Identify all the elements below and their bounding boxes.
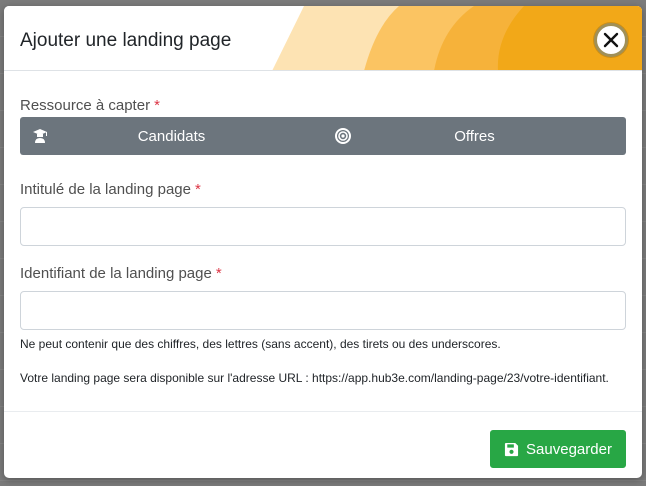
option-offres[interactable]: Offres	[323, 117, 626, 155]
url-help-text: Votre landing page sera disponible sur l…	[20, 371, 609, 385]
option-offres-label: Offres	[454, 128, 495, 145]
identifier-label: Identifiant de la landing page *	[20, 265, 222, 282]
modal-title: Ajouter une landing page	[20, 30, 232, 51]
title-label: Intitulé de la landing page *	[20, 181, 201, 198]
required-mark: *	[215, 265, 222, 282]
modal-header: Ajouter une landing page	[4, 6, 642, 71]
option-candidats-label: Candidats	[137, 128, 206, 145]
resource-toggle: Candidats Offres	[20, 117, 626, 155]
required-mark: *	[194, 181, 201, 198]
modal-footer: Sauvegarder	[4, 411, 642, 478]
modal-body: Ressource à capter * Candidats Offres In…	[4, 72, 642, 412]
required-mark: *	[154, 97, 160, 114]
close-icon	[603, 32, 619, 48]
resource-label: Ressource à capter *	[20, 97, 160, 114]
identifier-help-text: Ne peut contenir que des chiffres, des l…	[20, 337, 501, 351]
save-icon	[504, 442, 519, 456]
option-candidats[interactable]: Candidats	[20, 117, 323, 155]
save-button[interactable]: Sauvegarder	[490, 430, 626, 468]
save-button-label: Sauvegarder	[526, 440, 612, 458]
identifier-input[interactable]	[20, 291, 626, 330]
title-input[interactable]	[20, 207, 626, 246]
add-landing-page-modal: Ajouter une landing page Ressource à cap…	[4, 6, 642, 478]
close-button[interactable]	[594, 23, 628, 57]
